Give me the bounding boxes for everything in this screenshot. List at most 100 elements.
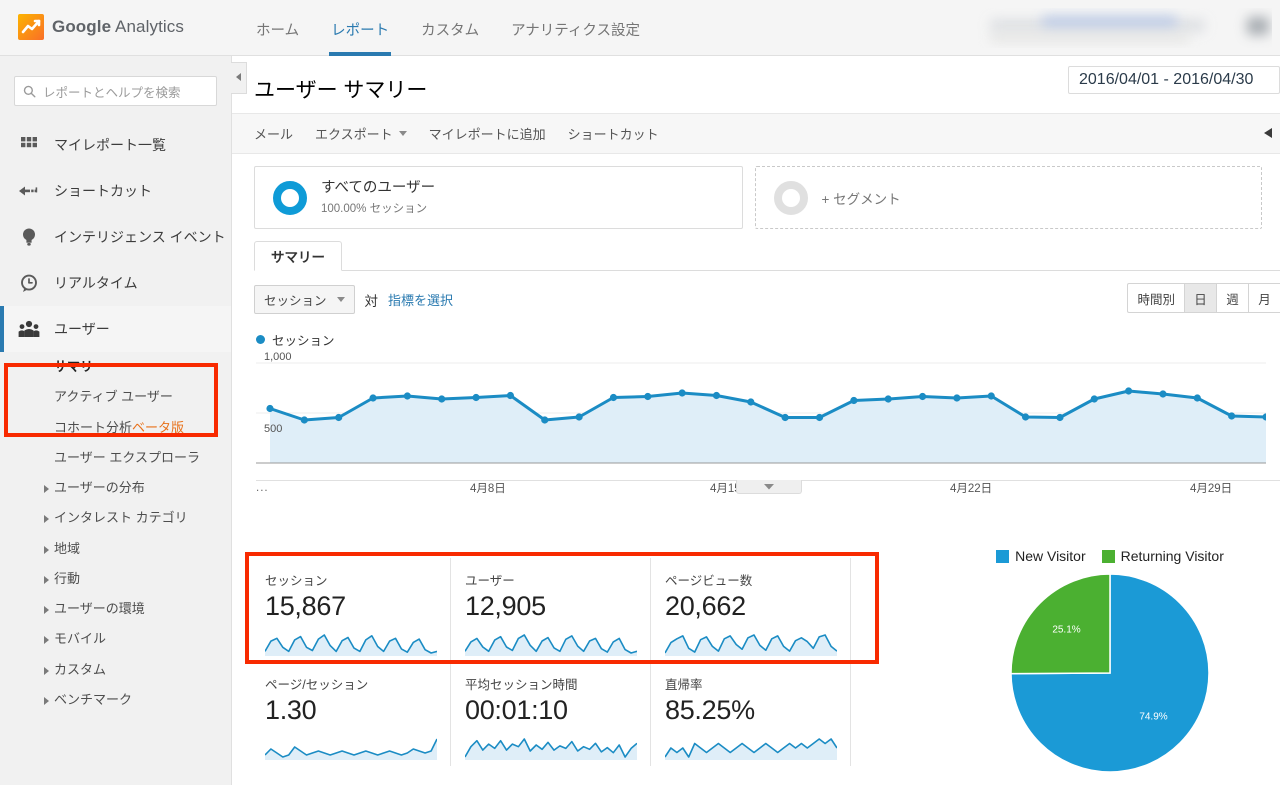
sidebar-subitem-label: ユーザーの環境	[54, 601, 145, 616]
sidebar-item-dashboards[interactable]: マイレポート一覧	[0, 122, 231, 168]
collapse-right-icon[interactable]	[1258, 126, 1276, 145]
svg-text:25.1%: 25.1%	[1052, 625, 1080, 636]
topnav-item-custom[interactable]: カスタム	[405, 0, 495, 56]
sessions-line-chart-svg	[256, 362, 1266, 464]
sidebar-subitem-user-explorer[interactable]: ユーザー エクスプローラ	[0, 443, 231, 473]
shortcut-button[interactable]: ショートカット	[568, 124, 659, 143]
metric-card-pageviews[interactable]: ページビュー数 20,662	[651, 558, 851, 662]
brand[interactable]: Google Analytics	[18, 14, 184, 40]
chevron-down-icon	[398, 131, 407, 136]
metric-card-pages-per-session[interactable]: ページ/セッション 1.30	[251, 662, 451, 766]
tab-summary[interactable]: サマリー	[254, 241, 342, 271]
metric-card-avg-session-duration[interactable]: 平均セッション時間 00:01:10	[451, 662, 651, 766]
sidebar-subitem-geo[interactable]: 地域	[0, 534, 231, 564]
segment-all-users[interactable]: すべてのユーザー 100.00% セッション	[254, 166, 743, 229]
chevron-down-icon	[764, 483, 774, 489]
search-icon	[23, 85, 36, 97]
add-to-dashboard-button[interactable]: マイレポートに追加	[429, 124, 546, 143]
metric-value: 00:01:10	[465, 695, 568, 725]
granularity-daily[interactable]: 日	[1184, 283, 1216, 313]
pie-legend: New Visitor Returning Visitor	[940, 544, 1280, 564]
pie-legend-item-returning: Returning Visitor	[1101, 548, 1224, 564]
x-axis-ellipsis: ...	[256, 482, 269, 494]
granularity-hourly[interactable]: 時間別	[1127, 283, 1184, 313]
chart-controls: セッション 対 指標を選択 時間別 日 週 月	[232, 271, 1280, 314]
sidebar-subitem-label: コホート分析	[54, 419, 133, 435]
granularity-weekly[interactable]: 週	[1216, 283, 1248, 313]
sessions-line-chart[interactable]: 1,000 500	[256, 351, 1266, 477]
metric-label: ページ/セッション	[265, 678, 369, 692]
topnav-item-home[interactable]: ホーム	[240, 0, 315, 56]
tab-strip: サマリー	[254, 241, 1280, 271]
metric-card-users[interactable]: ユーザー 12,905	[451, 558, 651, 662]
topnav-item-admin[interactable]: アナリティクス設定	[495, 0, 656, 56]
sidebar-item-intelligence-events[interactable]: インテリジェンス イベント	[0, 214, 231, 260]
sparkline-pages-per-session	[265, 738, 437, 760]
search-placeholder: レポートとヘルプを検索	[43, 85, 181, 100]
metric-card-sessions[interactable]: セッション 15,867	[251, 558, 451, 662]
metric-card-bounce-rate[interactable]: 直帰率 85.25%	[651, 662, 851, 766]
sidebar-subitem-overview[interactable]: サマリー	[0, 352, 231, 382]
segment-name: すべてのユーザー	[321, 179, 436, 196]
sidebar-subitem-label: 行動	[54, 570, 81, 586]
sidebar-subitem-label: カスタム	[54, 661, 107, 677]
metric-cards: セッション 15,867 ユーザー 12,905 ページビュー数 20,662 …	[251, 558, 873, 766]
pie-legend-label: Returning Visitor	[1120, 548, 1224, 564]
sidebar-subitem-demographics[interactable]: ユーザーの分布	[0, 473, 231, 503]
arrow-left-dashed-icon	[18, 180, 40, 202]
toolbar-label: マイレポートに追加	[428, 127, 546, 142]
sidebar-item-label: インテリジェンス イベント	[54, 229, 226, 245]
sidebar-subitem-active-users[interactable]: アクティブ ユーザー	[0, 382, 231, 412]
chevron-down-icon	[336, 297, 345, 302]
primary-metric-select[interactable]: セッション	[254, 285, 355, 314]
sidebar-subitem-custom[interactable]: カスタム	[0, 655, 231, 685]
add-segment-button[interactable]: + セグメント	[754, 166, 1262, 229]
pie-chart-wrap[interactable]: 74.9% 25.1%	[940, 572, 1280, 774]
y-axis-tick-1000: 1,000	[264, 351, 292, 363]
page-title: ユーザー サマリー	[254, 79, 428, 102]
sidebar-subitem-cohort-analysis[interactable]: コホート分析ベータ版	[0, 413, 231, 443]
toolbar-label: エクスポート	[315, 127, 393, 142]
sidebar-subitem-label: 地域	[54, 540, 81, 556]
x-axis-tick-apr29: 4月29日	[1190, 483, 1233, 495]
top-bar: Google Analytics ホーム レポート カスタム アナリティクス設定	[0, 0, 1280, 56]
metric-row-primary: セッション 15,867 ユーザー 12,905 ページビュー数 20,662	[251, 558, 873, 662]
segments-bar: すべてのユーザー 100.00% セッション + セグメント	[232, 154, 1280, 229]
granularity-monthly[interactable]: 月	[1248, 283, 1280, 313]
sidebar-subitem-benchmarking[interactable]: ベンチマーク	[0, 685, 231, 715]
users-icon	[18, 318, 40, 340]
sidebar-item-shortcuts[interactable]: ショートカット	[0, 168, 231, 214]
date-range-picker[interactable]: 2016/04/01 - 2016/04/30	[1068, 66, 1280, 94]
sidebar-item-realtime[interactable]: リアルタイム	[0, 260, 231, 306]
sidebar-subitem-technology[interactable]: ユーザーの環境	[0, 594, 231, 624]
analytics-logo-icon	[18, 14, 44, 40]
sidebar: レポートとヘルプを検索 マイレポート一覧 ショートカット インテリジェンス イベ…	[0, 56, 232, 785]
sparkline-avg-session-duration	[465, 738, 637, 760]
search-input[interactable]: レポートとヘルプを検索	[14, 76, 217, 106]
metric-value: 12,905	[465, 591, 546, 621]
sidebar-subitem-behavior[interactable]: 行動	[0, 564, 231, 594]
sparkline-pageviews	[665, 634, 837, 656]
sidebar-item-label: ユーザー	[54, 321, 110, 337]
pie-legend-label: New Visitor	[1015, 548, 1086, 564]
chart-expand-button[interactable]	[736, 480, 802, 494]
metric-value: 1.30	[265, 695, 317, 725]
sidebar-item-audience[interactable]: ユーザー	[0, 306, 231, 352]
sidebar-subitem-mobile[interactable]: モバイル	[0, 624, 231, 654]
email-button[interactable]: メール	[254, 124, 293, 143]
grid-icon	[18, 134, 40, 156]
select-metric-link[interactable]: 指標を選択	[388, 290, 453, 309]
metric-value: 20,662	[665, 591, 746, 621]
export-button[interactable]: エクスポート	[315, 124, 407, 143]
sidebar-search-wrap: レポートとヘルプを検索	[0, 56, 231, 116]
primary-metric-value: セッション	[264, 294, 327, 308]
metric-label: ページビュー数	[665, 574, 753, 588]
sidebar-subitem-interests[interactable]: インタレスト カテゴリ	[0, 503, 231, 533]
sidebar-collapse-button[interactable]	[231, 62, 247, 94]
sidebar-subitem-label: インタレスト カテゴリ	[54, 510, 188, 526]
account-selector-blurred[interactable]	[972, 8, 1272, 48]
legend-swatch-icon	[996, 549, 1010, 563]
top-nav: ホーム レポート カスタム アナリティクス設定	[240, 0, 656, 56]
topnav-item-reports[interactable]: レポート	[315, 0, 405, 56]
add-segment-label: + セグメント	[821, 191, 901, 207]
